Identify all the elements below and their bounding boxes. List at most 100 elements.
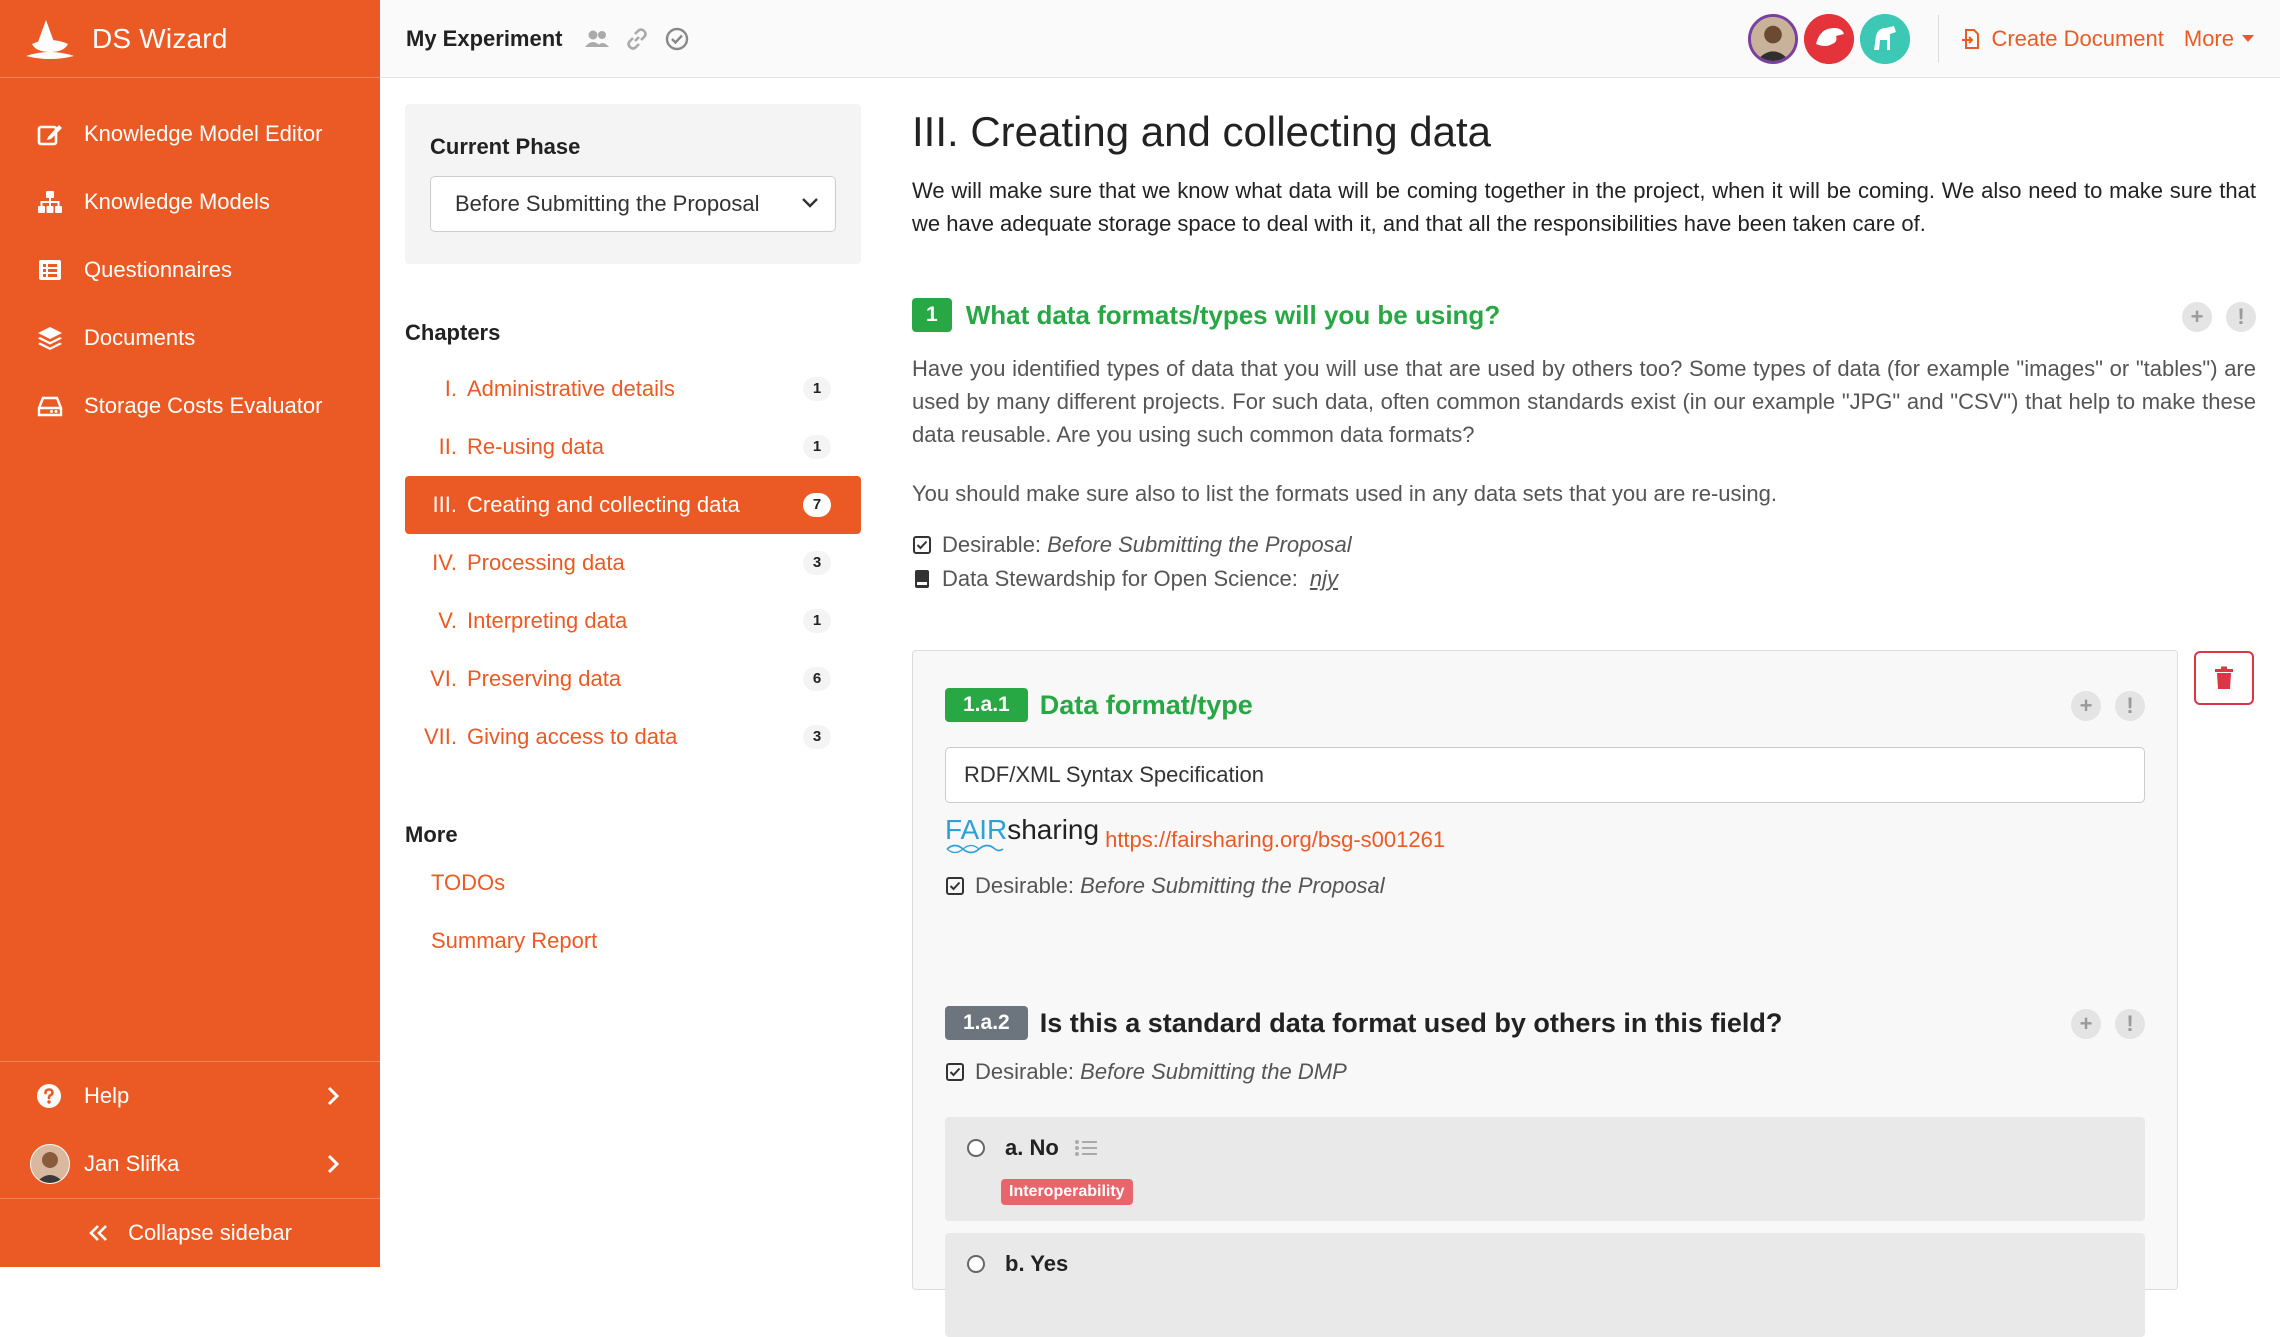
answer-option-label: b. Yes — [1005, 1251, 1069, 1276]
input-value: RDF/XML Syntax Specification — [964, 762, 1264, 787]
sub-question-number-badge: 1.a.2 — [945, 1006, 1028, 1040]
sub-question: 1.a.1 Data format/type + ! RDF/XML Synta… — [945, 687, 2145, 903]
profile-menu[interactable]: Jan Slifka — [0, 1130, 380, 1198]
chevron-right-icon — [327, 1154, 340, 1174]
sidebar-item-label: Documents — [84, 325, 196, 350]
chapter-item[interactable]: I. Administrative details 1 — [405, 360, 861, 418]
fairsharing-logo: FAIRsharing — [945, 816, 1099, 854]
chapter-label: Administrative details — [467, 376, 675, 401]
radio-button[interactable] — [967, 1255, 985, 1273]
brand[interactable]: DS Wizard — [0, 0, 380, 78]
chapter-item[interactable]: V. Interpreting data 1 — [405, 592, 861, 650]
project-title[interactable]: My Experiment — [406, 26, 563, 52]
phase-box: Current Phase Before Submitting the Prop… — [405, 104, 861, 264]
sidebar-item-storage-costs-evaluator[interactable]: Storage Costs Evaluator — [0, 372, 380, 440]
create-document-label: Create Document — [1991, 25, 2164, 51]
sidebar-item-label: Storage Costs Evaluator — [84, 393, 323, 418]
chapter-number: VII. — [423, 724, 457, 749]
book-reference-link[interactable]: njy — [1310, 566, 1338, 592]
collapse-sidebar-button[interactable]: Collapse sidebar — [0, 1199, 380, 1267]
users-icon[interactable] — [583, 25, 611, 53]
question-circle-icon — [37, 1084, 61, 1108]
desirable-value: Before Submitting the DMP — [1080, 1059, 1347, 1084]
chapter-title: III. Creating and collecting data — [912, 108, 1492, 155]
avatar[interactable] — [1748, 13, 1799, 64]
brand-name: DS Wizard — [92, 22, 228, 54]
sidebar-nav: Knowledge Model Editor Knowledge Models … — [0, 78, 380, 440]
check-circle-icon[interactable] — [663, 25, 691, 53]
add-comment-button[interactable]: + — [2071, 1009, 2101, 1039]
add-comment-button[interactable]: + — [2182, 302, 2212, 332]
list-icon — [39, 260, 61, 280]
sidebar-item-label: Knowledge Models — [84, 189, 270, 214]
chapter-item-active[interactable]: III. Creating and collecting data 7 — [405, 476, 861, 534]
desirable-label: Desirable: — [942, 532, 1042, 557]
todos-link[interactable]: TODOs — [405, 854, 861, 912]
chapter-item[interactable]: VII. Giving access to data 3 — [405, 708, 861, 766]
answer-option-row: a. No — [967, 1135, 1099, 1161]
sidebar-item-documents[interactable]: Documents — [0, 304, 380, 372]
help-menu[interactable]: Help — [0, 1062, 380, 1130]
chapter-item[interactable]: II. Re-using data 1 — [405, 418, 861, 476]
feedback-button[interactable]: ! — [2115, 691, 2145, 721]
more-heading: More — [405, 822, 458, 847]
desirable-value: Before Submitting the Proposal — [1047, 532, 1352, 557]
wizard-hat-icon — [26, 19, 74, 59]
sub-question: 1.a.2 Is this a standard data format use… — [945, 1005, 2145, 1337]
summary-report-link[interactable]: Summary Report — [405, 912, 861, 970]
fairsharing-logo-part: sharing — [1007, 814, 1100, 845]
more-label: More — [2183, 25, 2234, 51]
user-photo-icon — [1751, 16, 1796, 61]
sub-question-header: 1.a.1 Data format/type + ! — [945, 687, 2145, 723]
chapter-number: VI. — [430, 666, 457, 691]
data-format-input[interactable]: RDF/XML Syntax Specification — [945, 747, 2145, 803]
chapter-count-badge: 3 — [803, 725, 831, 749]
delete-item-button[interactable] — [2194, 651, 2254, 705]
chapter-number: IV. — [432, 550, 457, 575]
sub-question-title: Is this a standard data format used by o… — [1039, 1007, 1783, 1038]
radio-button[interactable] — [967, 1139, 985, 1157]
infinity-wave-icon — [946, 844, 1004, 854]
avatar[interactable] — [1804, 13, 1855, 64]
collapse-label: Collapse sidebar — [128, 1220, 292, 1245]
hdd-icon — [37, 396, 63, 417]
chapter-label: Preserving data — [467, 666, 622, 691]
book-reference: Data Stewardship for Open Science: njy — [912, 562, 2256, 596]
add-comment-button[interactable]: + — [2071, 691, 2101, 721]
chapters-heading: Chapters — [405, 320, 501, 345]
link-icon[interactable] — [623, 25, 651, 53]
trash-icon — [2215, 666, 2233, 689]
caret-down-icon — [2242, 35, 2254, 42]
questionnaire-nav: Current Phase Before Submitting the Prop… — [405, 104, 861, 970]
feedback-button[interactable]: ! — [2226, 302, 2256, 332]
chapter-content: III. Creating and collecting data We wil… — [912, 104, 2256, 596]
desirable-phase: Desirable: Before Submitting the Proposa… — [945, 869, 2145, 903]
chapter-item[interactable]: IV. Processing data 3 — [405, 534, 861, 592]
desirable-label: Desirable: — [975, 1059, 1075, 1084]
top-bar-right: Create Document More — [1742, 0, 2280, 77]
edit-icon — [37, 125, 62, 146]
fairsharing-link[interactable]: https://fairsharing.org/bsg-s001261 — [1105, 827, 1445, 853]
metric-tag: Interoperability — [1001, 1179, 1133, 1205]
sidebar-item-knowledge-models[interactable]: Knowledge Models — [0, 168, 380, 236]
answer-option[interactable]: b. Yes — [945, 1233, 2145, 1337]
answer-option-label: a. No — [1005, 1135, 1059, 1160]
phase-label: Current Phase — [430, 134, 581, 159]
phase-select[interactable]: Before Submitting the Proposal — [430, 176, 836, 232]
sidebar-item-questionnaires[interactable]: Questionnaires — [0, 236, 380, 304]
create-document-button[interactable]: Create Document — [1961, 25, 2164, 52]
chapter-number: III. — [432, 492, 457, 517]
layers-icon — [38, 327, 62, 350]
chapter-item[interactable]: VI. Preserving data 6 — [405, 650, 861, 708]
avatar[interactable] — [1860, 13, 1911, 64]
sidebar-item-label: Questionnaires — [84, 257, 232, 282]
fairsharing-logo-part: FAIR — [945, 814, 1008, 845]
question-number-badge: 1 — [912, 298, 952, 332]
feedback-button[interactable]: ! — [2115, 1009, 2145, 1039]
book-icon — [915, 570, 929, 588]
answer-option[interactable]: a. No Interoperability — [945, 1117, 2145, 1221]
sidebar-item-knowledge-model-editor[interactable]: Knowledge Model Editor — [0, 100, 380, 168]
fairsharing-row: FAIRsharing https://fairsharing.org/bsg-… — [945, 813, 2145, 857]
more-dropdown[interactable]: More — [2184, 26, 2254, 52]
user-name: Jan Slifka — [84, 1151, 180, 1176]
